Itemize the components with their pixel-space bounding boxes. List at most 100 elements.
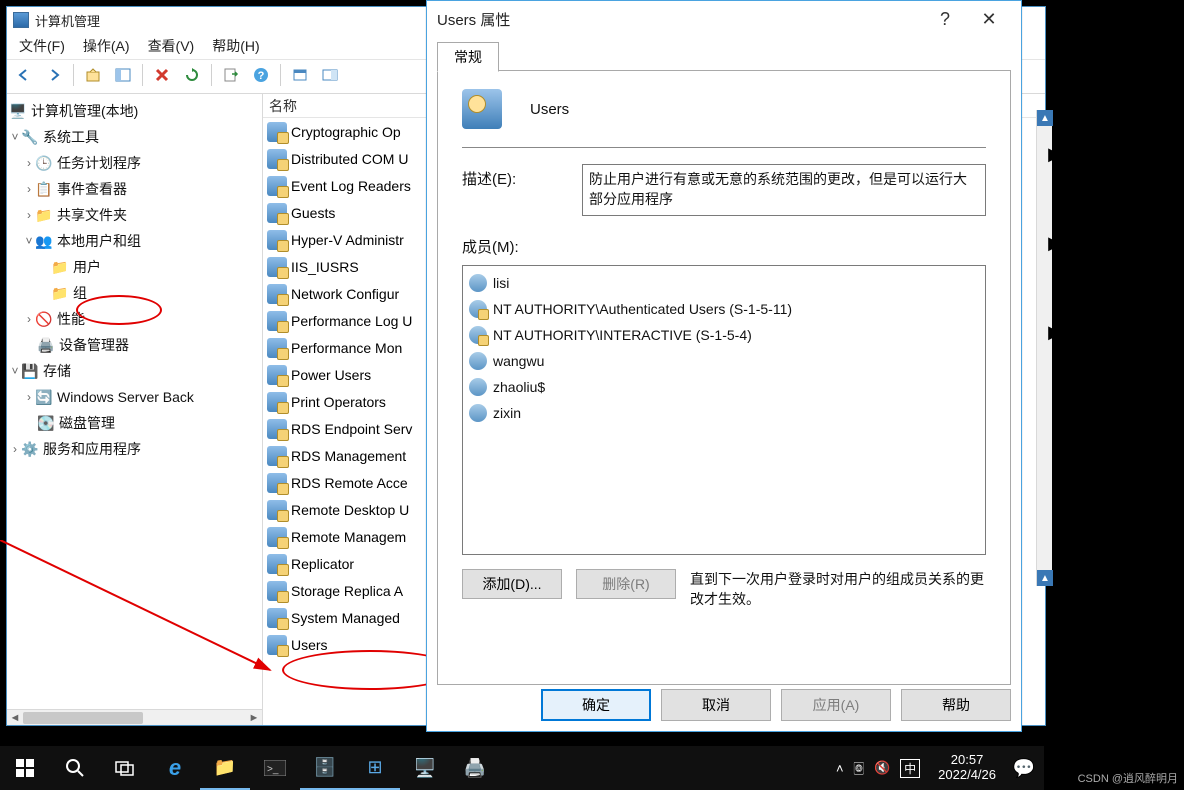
group-icon bbox=[462, 89, 502, 129]
forward-button[interactable] bbox=[41, 62, 67, 88]
volume-icon[interactable]: 🔇 bbox=[874, 760, 890, 776]
group-item-icon bbox=[267, 635, 287, 655]
user-member-icon bbox=[469, 352, 487, 370]
tree-disk-management[interactable]: 💽磁盘管理 bbox=[9, 410, 260, 436]
add-button[interactable]: 添加(D)... bbox=[462, 569, 562, 599]
refresh-button[interactable] bbox=[179, 62, 205, 88]
tree-services-apps[interactable]: ›⚙️服务和应用程序 bbox=[9, 436, 260, 462]
system-tray[interactable]: ˄ 🀙 🔇 中 bbox=[826, 759, 930, 778]
show-hide-tree-button[interactable] bbox=[110, 62, 136, 88]
dialog-titlebar[interactable]: Users 属性 ? ✕ bbox=[427, 1, 1021, 37]
notifications-icon[interactable]: 💬 bbox=[1004, 746, 1044, 790]
group-item-icon bbox=[267, 392, 287, 412]
member-name: NT AUTHORITY\INTERACTIVE (S-1-5-4) bbox=[493, 327, 752, 343]
member-item[interactable]: zixin bbox=[467, 400, 981, 426]
tree-performance[interactable]: ›🚫性能 bbox=[9, 306, 260, 332]
list-item-label: RDS Management bbox=[291, 448, 406, 464]
menu-help[interactable]: 帮助(H) bbox=[212, 36, 259, 56]
action-button-2[interactable] bbox=[317, 62, 343, 88]
tree-scrollbar[interactable]: ◄► bbox=[7, 709, 262, 725]
tree-root[interactable]: 🖥️计算机管理(本地) bbox=[9, 98, 260, 124]
group-item-icon bbox=[267, 338, 287, 358]
group-item-icon bbox=[267, 527, 287, 547]
member-item[interactable]: wangwu bbox=[467, 348, 981, 374]
tree-device-manager[interactable]: 🖨️设备管理器 bbox=[9, 332, 260, 358]
ime-indicator[interactable]: 中 bbox=[900, 759, 920, 778]
actions-arrows: ▶▶▶ bbox=[1048, 144, 1062, 343]
clock-date: 2022/4/26 bbox=[938, 768, 996, 783]
ok-button[interactable]: 确定 bbox=[541, 689, 651, 721]
list-item-label: Users bbox=[291, 637, 328, 653]
up-button[interactable] bbox=[80, 62, 106, 88]
tree-shared-folders[interactable]: ›📁共享文件夹 bbox=[9, 202, 260, 228]
remove-button[interactable]: 删除(R) bbox=[576, 569, 676, 599]
app-icon-1[interactable]: 🖥️ bbox=[400, 746, 450, 790]
group-member-icon bbox=[469, 326, 487, 344]
tree-pane: 🖥️计算机管理(本地) ˅🔧系统工具 ›🕒任务计划程序 ›📋事件查看器 ›📁共享… bbox=[7, 94, 263, 725]
server-manager-icon[interactable]: 🗄️ bbox=[300, 746, 350, 790]
list-item-label: Hyper-V Administr bbox=[291, 232, 404, 248]
explorer-icon[interactable]: 📁 bbox=[200, 746, 250, 790]
tree-groups-folder[interactable]: 📁组 bbox=[9, 280, 260, 306]
apply-button[interactable]: 应用(A) bbox=[781, 689, 891, 721]
list-item-label: Distributed COM U bbox=[291, 151, 408, 167]
members-label: 成员(M): bbox=[462, 236, 986, 257]
menu-view[interactable]: 查看(V) bbox=[148, 36, 195, 56]
ie-icon[interactable]: e bbox=[150, 746, 200, 790]
tree-event-viewer[interactable]: ›📋事件查看器 bbox=[9, 176, 260, 202]
membership-note: 直到下一次用户登录时对用户的组成员关系的更改才生效。 bbox=[690, 569, 986, 609]
mmc-icon[interactable]: ⊞ bbox=[350, 746, 400, 790]
menu-file[interactable]: 文件(F) bbox=[19, 36, 65, 56]
taskbar: e 📁 >_ 🗄️ ⊞ 🖥️ 🖨️ ˄ 🀙 🔇 中 20:57 2022/4/2… bbox=[0, 746, 1044, 790]
list-item-label: Event Log Readers bbox=[291, 178, 411, 194]
window-title: 计算机管理 bbox=[35, 11, 100, 30]
member-name: zhaoliu$ bbox=[493, 379, 545, 395]
search-button[interactable] bbox=[50, 746, 100, 790]
list-item-label: IIS_IUSRS bbox=[291, 259, 359, 275]
task-view-button[interactable] bbox=[100, 746, 150, 790]
back-button[interactable] bbox=[11, 62, 37, 88]
start-button[interactable] bbox=[0, 746, 50, 790]
tray-chevron-icon[interactable]: ˄ bbox=[836, 761, 844, 776]
list-item-label: Cryptographic Op bbox=[291, 124, 401, 140]
tree-users-folder[interactable]: 📁用户 bbox=[9, 254, 260, 280]
tree-system-tools[interactable]: ˅🔧系统工具 bbox=[9, 124, 260, 150]
export-button[interactable] bbox=[218, 62, 244, 88]
tree-local-users-groups[interactable]: ˅👥本地用户和组 bbox=[9, 228, 260, 254]
help-button[interactable]: ? bbox=[248, 62, 274, 88]
member-item[interactable]: NT AUTHORITY\INTERACTIVE (S-1-5-4) bbox=[467, 322, 981, 348]
cancel-button[interactable]: 取消 bbox=[661, 689, 771, 721]
delete-button[interactable] bbox=[149, 62, 175, 88]
description-field[interactable]: 防止用户进行有意或无意的系统范围的更改，但是可以运行大部分应用程序 bbox=[582, 164, 986, 216]
action-button-1[interactable] bbox=[287, 62, 313, 88]
dialog-help-button-bottom[interactable]: 帮助 bbox=[901, 689, 1011, 721]
member-name: zixin bbox=[493, 405, 521, 421]
menu-action[interactable]: 操作(A) bbox=[83, 36, 130, 56]
group-item-icon bbox=[267, 230, 287, 250]
member-item[interactable]: zhaoliu$ bbox=[467, 374, 981, 400]
member-name: NT AUTHORITY\Authenticated Users (S-1-5-… bbox=[493, 301, 792, 317]
group-item-icon bbox=[267, 176, 287, 196]
tree-task-scheduler[interactable]: ›🕒任务计划程序 bbox=[9, 150, 260, 176]
scroll-down-icon[interactable]: ▲ bbox=[1037, 570, 1053, 586]
list-item-label: System Managed bbox=[291, 610, 400, 626]
users-properties-dialog: Users 属性 ? ✕ 常规 Users 描述(E): 防止用户进行有意或无意… bbox=[426, 0, 1022, 732]
watermark: CSDN @逍风醉明月 bbox=[1078, 770, 1178, 786]
tab-general[interactable]: 常规 bbox=[437, 42, 499, 72]
app-icon-2[interactable]: 🖨️ bbox=[450, 746, 500, 790]
clock-time: 20:57 bbox=[938, 753, 996, 768]
group-item-icon bbox=[267, 581, 287, 601]
group-item-icon bbox=[267, 122, 287, 142]
member-item[interactable]: lisi bbox=[467, 270, 981, 296]
scroll-up-icon[interactable]: ▲ bbox=[1037, 110, 1053, 126]
list-item-label: RDS Remote Acce bbox=[291, 475, 408, 491]
dialog-help-button[interactable]: ? bbox=[923, 3, 967, 35]
members-listbox[interactable]: lisi NT AUTHORITY\Authenticated Users (S-… bbox=[462, 265, 986, 555]
cmd-icon[interactable]: >_ bbox=[250, 746, 300, 790]
tree-storage[interactable]: ˅💾存储 bbox=[9, 358, 260, 384]
network-icon[interactable]: 🀙 bbox=[854, 760, 864, 776]
member-item[interactable]: NT AUTHORITY\Authenticated Users (S-1-5-… bbox=[467, 296, 981, 322]
clock[interactable]: 20:57 2022/4/26 bbox=[930, 753, 1004, 783]
dialog-close-button[interactable]: ✕ bbox=[967, 3, 1011, 35]
tree-wsb[interactable]: ›🔄Windows Server Back bbox=[9, 384, 260, 410]
